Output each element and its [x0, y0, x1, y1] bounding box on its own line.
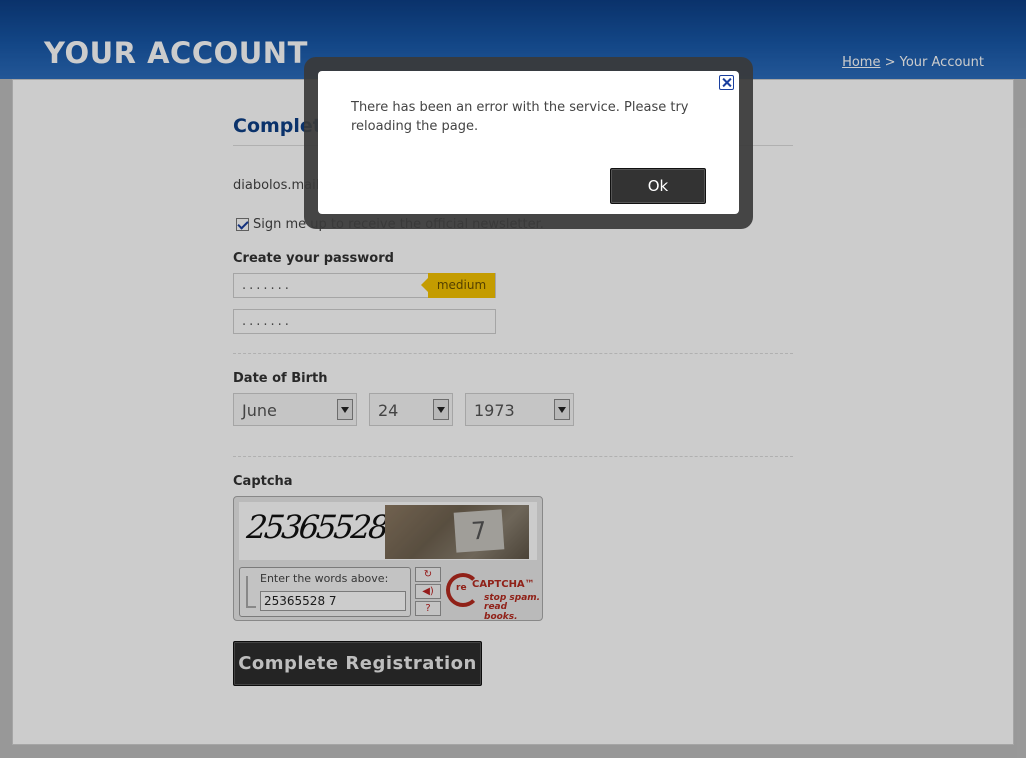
ok-button[interactable]: Ok	[610, 168, 706, 204]
error-message: There has been an error with the service…	[351, 100, 689, 134]
error-dialog: There has been an error with the service…	[318, 71, 739, 214]
close-icon[interactable]	[719, 75, 734, 90]
